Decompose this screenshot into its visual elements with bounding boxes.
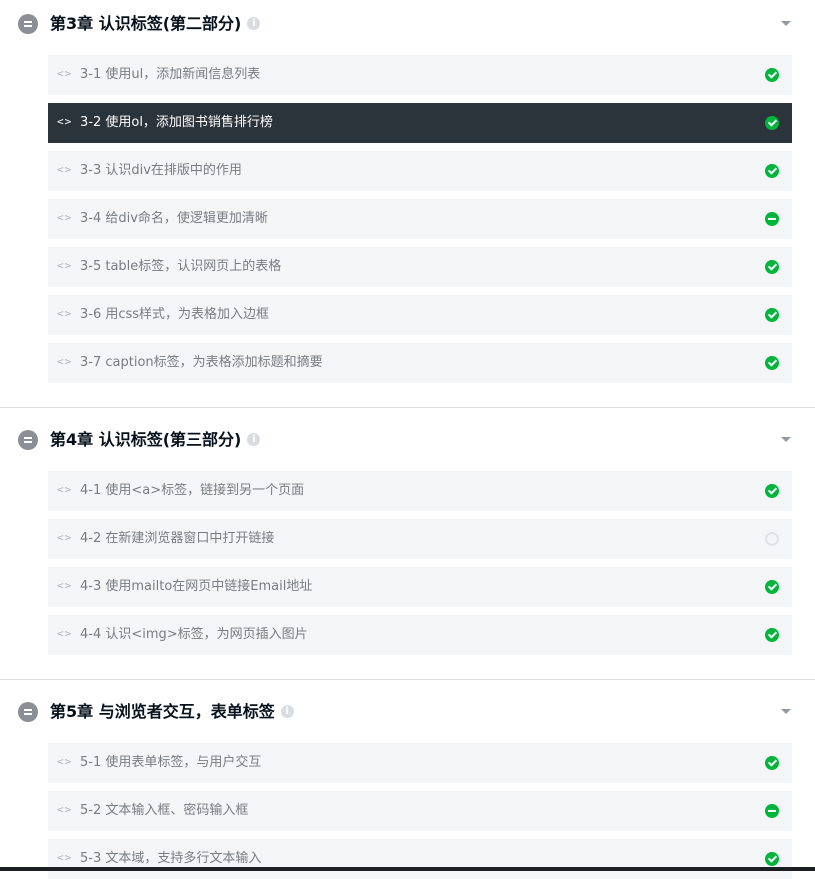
- code-icon: <>: [57, 531, 73, 544]
- lesson-item[interactable]: <> 4-2 在新建浏览器窗口中打开链接: [48, 519, 792, 559]
- info-icon[interactable]: i: [280, 705, 294, 718]
- lesson-label: 4-2 在新建浏览器窗口中打开链接: [80, 531, 275, 546]
- check-circle-icon: [765, 260, 779, 274]
- chapter-title: 第5章 与浏览者交互，表单标签 i: [50, 701, 294, 723]
- lesson-item[interactable]: <> 4-3 使用mailto在网页中链接Email地址: [48, 567, 792, 607]
- list-icon: [18, 430, 38, 450]
- check-circle-icon: [765, 484, 779, 498]
- lesson-label: 3-5 table标签，认识网页上的表格: [80, 259, 282, 274]
- check-circle-icon: [765, 68, 779, 82]
- lesson-label: 3-7 caption标签，为表格添加标题和摘要: [80, 355, 323, 370]
- check-circle-icon: [765, 116, 779, 130]
- lesson-label: 3-1 使用ul，添加新闻信息列表: [80, 67, 261, 82]
- check-circle-icon: [765, 308, 779, 322]
- check-circle-icon: [765, 580, 779, 594]
- lesson-item[interactable]: <> 3-7 caption标签，为表格添加标题和摘要: [48, 343, 792, 383]
- lesson-item[interactable]: <> 3-1 使用ul，添加新闻信息列表: [48, 55, 792, 95]
- check-circle-icon: [765, 852, 779, 866]
- code-icon: <>: [57, 259, 73, 272]
- lesson-item[interactable]: <> 5-2 文本输入框、密码输入框: [48, 791, 792, 831]
- chapter-header[interactable]: 第5章 与浏览者交互，表单标签 i: [0, 688, 815, 736]
- lesson-item[interactable]: <> 3-4 给div命名，使逻辑更加清晰: [48, 199, 792, 239]
- check-circle-icon: [765, 756, 779, 770]
- code-icon: <>: [57, 483, 73, 496]
- code-icon: <>: [57, 307, 73, 320]
- code-icon: <>: [57, 579, 73, 592]
- caret-down-icon[interactable]: [781, 21, 791, 26]
- caret-down-icon[interactable]: [781, 437, 791, 442]
- lesson-label: 4-3 使用mailto在网页中链接Email地址: [80, 579, 313, 594]
- check-circle-icon: [765, 356, 779, 370]
- lesson-item[interactable]: <> 4-4 认识<img>标签，为网页插入图片: [48, 615, 792, 655]
- lesson-label: 4-1 使用<a>标签，链接到另一个页面: [80, 483, 305, 498]
- lesson-item[interactable]: <> 5-3 文本域，支持多行文本输入: [48, 839, 792, 879]
- chapter-header[interactable]: 第4章 认识标签(第三部分) i: [0, 416, 815, 464]
- lesson-label: 3-6 用css样式，为表格加入边框: [80, 307, 270, 322]
- code-icon: <>: [57, 211, 73, 224]
- chapter-title: 第4章 认识标签(第三部分) i: [50, 429, 261, 451]
- lesson-label: 4-4 认识<img>标签，为网页插入图片: [80, 627, 308, 642]
- chapter-3: 第3章 认识标签(第二部分) i <> 3-1 使用ul，添加新闻信息列表 <> …: [0, 0, 815, 407]
- info-icon[interactable]: i: [247, 433, 261, 446]
- code-icon: <>: [57, 355, 73, 368]
- lesson-label: 3-4 给div命名，使逻辑更加清晰: [80, 211, 268, 226]
- check-circle-icon: [765, 164, 779, 178]
- code-icon: <>: [57, 115, 73, 128]
- list-icon: [18, 14, 38, 34]
- info-icon[interactable]: i: [247, 17, 261, 30]
- chapter-title: 第3章 认识标签(第二部分) i: [50, 13, 261, 35]
- lesson-item[interactable]: <> 3-3 认识div在排版中的作用: [48, 151, 792, 191]
- chapter-4: 第4章 认识标签(第三部分) i <> 4-1 使用<a>标签，链接到另一个页面 …: [0, 408, 815, 679]
- code-icon: <>: [57, 163, 73, 176]
- lesson-item[interactable]: <> 3-6 用css样式，为表格加入边框: [48, 295, 792, 335]
- lesson-label: 3-3 认识div在排版中的作用: [80, 163, 242, 178]
- bottom-scroll-edge: [0, 867, 815, 871]
- lesson-item[interactable]: <> 4-1 使用<a>标签，链接到另一个页面: [48, 471, 792, 511]
- code-icon: <>: [57, 67, 73, 80]
- caret-down-icon[interactable]: [781, 709, 791, 714]
- empty-circle-icon: [765, 532, 779, 546]
- half-complete-icon: [765, 804, 779, 818]
- lesson-item[interactable]: <> 3-5 table标签，认识网页上的表格: [48, 247, 792, 287]
- code-icon: <>: [57, 803, 73, 816]
- chapter-5: 第5章 与浏览者交互，表单标签 i <> 5-1 使用表单标签，与用户交互 <> …: [0, 680, 815, 879]
- lesson-label: 5-1 使用表单标签，与用户交互: [80, 755, 262, 770]
- lesson-item[interactable]: <> 5-1 使用表单标签，与用户交互: [48, 743, 792, 783]
- chapter-header[interactable]: 第3章 认识标签(第二部分) i: [0, 0, 815, 48]
- half-complete-icon: [765, 212, 779, 226]
- check-circle-icon: [765, 628, 779, 642]
- code-icon: <>: [57, 627, 73, 640]
- list-icon: [18, 702, 38, 722]
- lesson-label: 5-2 文本输入框、密码输入框: [80, 803, 249, 818]
- lesson-label: 3-2 使用ol，添加图书销售排行榜: [80, 115, 273, 130]
- lesson-item-active[interactable]: <> 3-2 使用ol，添加图书销售排行榜: [48, 103, 792, 143]
- code-icon: <>: [57, 851, 73, 864]
- code-icon: <>: [57, 755, 73, 768]
- lesson-label: 5-3 文本域，支持多行文本输入: [80, 851, 262, 866]
